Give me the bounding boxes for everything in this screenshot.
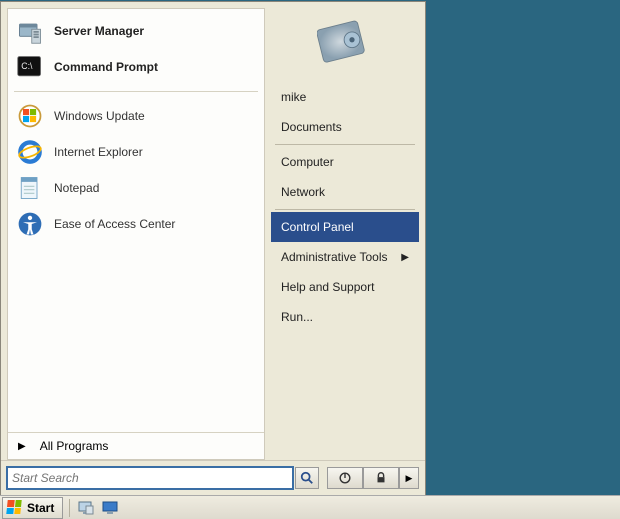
right-item-label: Administrative Tools xyxy=(281,250,388,264)
notepad-icon xyxy=(16,174,44,202)
server-manager-icon xyxy=(16,17,44,45)
svg-text:C:\: C:\ xyxy=(21,61,33,71)
right-item-label: Control Panel xyxy=(281,220,354,234)
windows-update-icon xyxy=(16,102,44,130)
quick-launch-show-desktop[interactable] xyxy=(77,500,95,516)
start-menu: Server Manager C:\ Command Prompt Window… xyxy=(0,1,426,495)
shutdown-button[interactable] xyxy=(327,467,363,489)
right-item-label: mike xyxy=(281,90,306,104)
pinned-programs: Server Manager C:\ Command Prompt xyxy=(8,9,264,89)
separator xyxy=(275,144,415,145)
start-menu-footer: ▶ xyxy=(1,460,425,495)
separator xyxy=(14,91,258,92)
right-item-label: Network xyxy=(281,185,325,199)
right-item-admin-tools[interactable]: Administrative Tools ▶ xyxy=(271,242,419,272)
right-item-help-support[interactable]: Help and Support xyxy=(271,272,419,302)
all-programs[interactable]: ▶ All Programs xyxy=(8,432,264,459)
recent-programs: Windows Update Internet Explorer Notepad xyxy=(8,94,264,246)
lock-button[interactable] xyxy=(363,467,399,489)
recent-item-internet-explorer[interactable]: Internet Explorer xyxy=(12,134,260,170)
separator xyxy=(275,209,415,210)
pinned-item-command-prompt[interactable]: C:\ Command Prompt xyxy=(12,49,260,85)
recent-item-label: Notepad xyxy=(54,181,99,195)
internet-explorer-icon xyxy=(16,138,44,166)
taskbar-separator xyxy=(69,499,70,517)
right-item-label: Help and Support xyxy=(281,280,374,294)
recent-item-ease-of-access[interactable]: Ease of Access Center xyxy=(12,206,260,242)
right-item-label: Computer xyxy=(281,155,334,169)
right-item-documents[interactable]: Documents xyxy=(271,112,419,142)
search-icon xyxy=(300,471,314,485)
power-options-button[interactable]: ▶ xyxy=(399,467,419,489)
recent-item-label: Windows Update xyxy=(54,109,145,123)
power-buttons: ▶ xyxy=(327,467,419,489)
triangle-right-icon: ▶ xyxy=(406,473,413,484)
ease-of-access-icon xyxy=(16,210,44,238)
triangle-right-icon: ▶ xyxy=(18,441,26,452)
all-programs-label: All Programs xyxy=(40,439,109,453)
recent-item-label: Internet Explorer xyxy=(54,145,143,159)
recent-item-notepad[interactable]: Notepad xyxy=(12,170,260,206)
search-box xyxy=(7,467,319,489)
recent-item-windows-update[interactable]: Windows Update xyxy=(12,98,260,134)
pinned-item-label: Server Manager xyxy=(54,24,144,38)
search-input[interactable] xyxy=(7,467,293,489)
right-item-computer[interactable]: Computer xyxy=(271,147,419,177)
pinned-item-server-manager[interactable]: Server Manager xyxy=(12,13,260,49)
start-button[interactable]: Start xyxy=(2,497,63,519)
start-menu-left-pane: Server Manager C:\ Command Prompt Window… xyxy=(7,8,265,460)
right-item-label: Run... xyxy=(281,310,313,324)
taskbar: Start xyxy=(0,495,620,519)
search-button[interactable] xyxy=(295,467,319,489)
recent-item-label: Ease of Access Center xyxy=(54,217,175,231)
start-menu-body: Server Manager C:\ Command Prompt Window… xyxy=(1,2,425,460)
show-desktop-icon xyxy=(78,501,94,515)
user-picture[interactable] xyxy=(314,14,376,76)
spacer xyxy=(8,246,264,432)
right-item-network[interactable]: Network xyxy=(271,177,419,207)
windows-flag-icon xyxy=(7,500,23,516)
pinned-item-label: Command Prompt xyxy=(54,60,158,74)
submenu-arrow-icon: ▶ xyxy=(401,252,409,263)
monitor-icon xyxy=(102,501,118,515)
quick-launch-explorer[interactable] xyxy=(101,500,119,516)
lock-icon xyxy=(374,471,388,485)
right-item-user[interactable]: mike xyxy=(271,82,419,112)
right-item-run[interactable]: Run... xyxy=(271,302,419,332)
right-item-label: Documents xyxy=(281,120,342,134)
right-item-control-panel[interactable]: Control Panel xyxy=(271,212,419,242)
start-menu-right-pane: mike Documents Computer Network Control … xyxy=(265,2,425,460)
start-button-label: Start xyxy=(27,501,54,515)
command-prompt-icon: C:\ xyxy=(16,53,44,81)
power-icon xyxy=(338,471,352,485)
